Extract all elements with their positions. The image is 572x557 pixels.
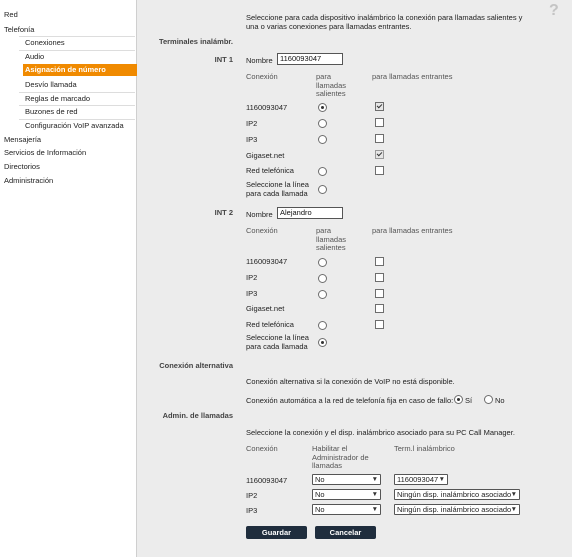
int1-out-radio[interactable] — [318, 185, 327, 194]
save-button[interactable]: Guardar — [246, 526, 307, 539]
int1-in-checkbox[interactable] — [375, 102, 384, 111]
int1-row-label: Seleccione la línea para cada llamada — [246, 180, 309, 198]
int2-out-radio[interactable] — [318, 338, 327, 347]
int2-row-label: IP2 — [246, 273, 258, 282]
cancel-button[interactable]: Cancelar — [315, 526, 376, 539]
col-header-incoming: para llamadas entrantes — [372, 72, 453, 81]
int1-in-checkbox[interactable] — [375, 134, 384, 143]
intro-text: Seleccione para cada dispositivo inalámb… — [246, 13, 523, 22]
sidebar-item-conexiones[interactable]: Conexiones — [23, 37, 137, 49]
int2-in-checkbox[interactable] — [375, 304, 384, 313]
section-label-call-manager: Admin. de llamadas — [162, 411, 233, 420]
int2-row-label: Seleccione la línea para cada llamada — [246, 333, 309, 351]
int1-in-checkbox[interactable] — [375, 150, 384, 159]
sidebar-item-mensajeria[interactable]: Mensajería — [4, 134, 41, 146]
int2-out-radio[interactable] — [318, 274, 327, 283]
section-label-terminals: Terminales inalámbr. — [158, 37, 233, 46]
int2-out-radio[interactable] — [318, 321, 327, 330]
int1-in-checkbox[interactable] — [375, 118, 384, 127]
chevron-down-icon: ▼ — [371, 506, 378, 513]
sidebar: Red Telefonía Conexiones Audio Asignació… — [0, 0, 137, 557]
fallback-no-radio[interactable] — [484, 395, 493, 404]
handset-select[interactable]: Ningún disp. inalámbrico asociado ▼ — [394, 504, 520, 515]
sidebar-item-audio[interactable]: Audio — [23, 51, 137, 63]
sidebar-item-telefonia[interactable]: Telefonía — [4, 24, 34, 36]
fallback-yes-label: Sí — [465, 396, 473, 405]
int2-name-input[interactable]: Alejandro — [277, 207, 343, 219]
int2-in-checkbox[interactable] — [375, 257, 384, 266]
int2-row-label: Red telefónica — [246, 320, 294, 329]
alternative-question: Conexión automática a la red de telefoní… — [246, 396, 454, 405]
sidebar-item-servicios-informacion[interactable]: Servicios de Información — [4, 147, 86, 159]
int2-out-radio[interactable] — [318, 258, 327, 267]
intro-text: una o varias conexiones para llamadas en… — [246, 22, 412, 31]
name-label: Nombre — [246, 56, 273, 65]
int1-row-label: 1160093047 — [246, 103, 288, 112]
int1-out-radio[interactable] — [318, 135, 327, 144]
int2-label: INT 2 — [214, 208, 233, 217]
call-manager-row-label: 1160093047 — [246, 476, 288, 485]
col-header-enable: Habilitar el Administrador de llamadas — [312, 444, 369, 470]
int1-name-input[interactable]: 1160093047 — [277, 53, 343, 65]
chevron-down-icon: ▼ — [510, 491, 517, 498]
call-manager-description: Seleccione la conexión y el disp. inalám… — [246, 428, 515, 437]
col-header-incoming: para llamadas entrantes — [372, 226, 453, 235]
int2-in-checkbox[interactable] — [375, 320, 384, 329]
handset-select[interactable]: 1160093047 ▼ — [394, 474, 448, 485]
col-header-connection: Conexión — [246, 226, 278, 235]
sidebar-item-reglas-marcado[interactable]: Reglas de marcado — [23, 93, 137, 105]
int1-row-label: Gigaset.net — [246, 151, 285, 160]
sidebar-item-desvio-llamada[interactable]: Desvío llamada — [23, 79, 137, 91]
enable-manager-select[interactable]: No ▼ — [312, 504, 381, 515]
sidebar-item-voip-avanzada[interactable]: Configuración VoIP avanzada — [23, 120, 137, 132]
handset-select[interactable]: Ningún disp. inalámbrico asociado ▼ — [394, 489, 520, 500]
enable-manager-select[interactable]: No ▼ — [312, 474, 381, 485]
fallback-no-label: No — [495, 396, 505, 405]
question-mark-icon[interactable]: ? — [549, 2, 559, 20]
int1-out-radio[interactable] — [318, 119, 327, 128]
chevron-down-icon: ▼ — [371, 476, 378, 483]
col-header-handset: Term.l inalámbrico — [394, 444, 455, 453]
call-manager-row-label: IP2 — [246, 491, 258, 500]
int1-row-label: Red telefónica — [246, 166, 294, 175]
chevron-down-icon: ▼ — [438, 476, 445, 483]
fallback-yes-radio[interactable] — [454, 395, 463, 404]
chevron-down-icon: ▼ — [510, 506, 517, 513]
int1-in-checkbox[interactable] — [375, 166, 384, 175]
alternative-description: Conexión alternativa si la conexión de V… — [246, 377, 455, 386]
int2-row-label: IP3 — [246, 289, 258, 298]
chevron-down-icon: ▼ — [371, 491, 378, 498]
name-label: Nombre — [246, 210, 273, 219]
int1-row-label: IP3 — [246, 135, 258, 144]
int1-out-radio[interactable] — [318, 103, 327, 112]
sidebar-item-asignacion-numero[interactable]: Asignación de número — [23, 64, 137, 76]
int1-row-label: IP2 — [246, 119, 258, 128]
col-header-outgoing: para llamadas salientes — [316, 226, 347, 252]
col-header-connection: Conexión — [246, 72, 278, 81]
sidebar-item-directorios[interactable]: Directorios — [4, 161, 40, 173]
col-header-connection: Conexión — [246, 444, 278, 453]
sidebar-item-red[interactable]: Red — [4, 9, 18, 21]
enable-manager-select[interactable]: No ▼ — [312, 489, 381, 500]
sidebar-item-administracion[interactable]: Administración — [4, 175, 53, 187]
int2-row-label: 1160093047 — [246, 257, 288, 266]
sidebar-item-buzones-red[interactable]: Buzones de red — [23, 106, 137, 118]
int1-label: INT 1 — [214, 55, 233, 64]
int2-out-radio[interactable] — [318, 290, 327, 299]
section-label-alternative: Conexión alternativa — [159, 361, 233, 370]
col-header-outgoing: para llamadas salientes — [316, 72, 347, 98]
call-manager-row-label: IP3 — [246, 506, 258, 515]
int2-in-checkbox[interactable] — [375, 289, 384, 298]
int2-row-label: Gigaset.net — [246, 304, 285, 313]
int2-in-checkbox[interactable] — [375, 273, 384, 282]
int1-out-radio[interactable] — [318, 167, 327, 176]
